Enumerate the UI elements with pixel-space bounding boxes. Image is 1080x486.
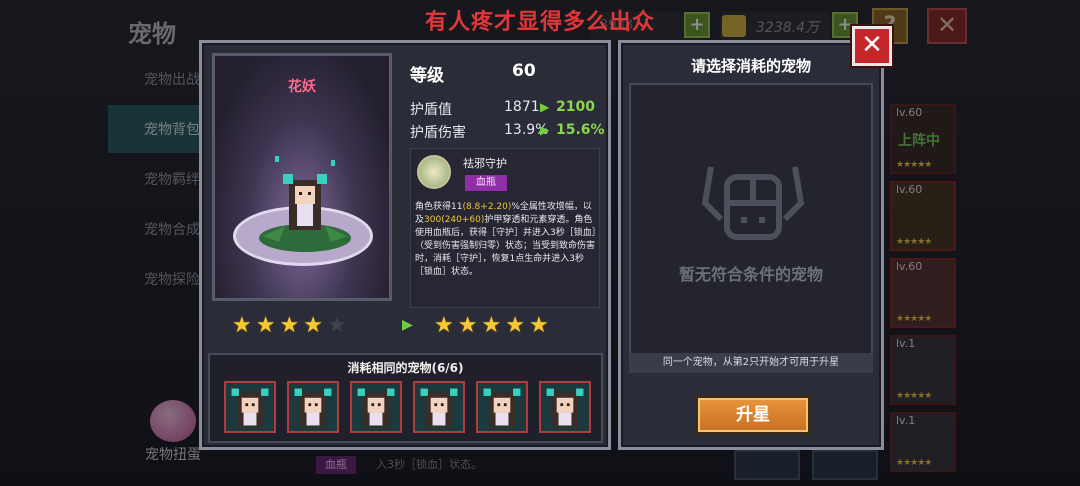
consume-pet-slot[interactable]	[224, 381, 276, 433]
pet-upgrade-panel: 花妖 等级 60 护盾值 1871 ▶ 2100 护盾伤害 13.9% ▶ 15…	[199, 40, 611, 450]
skill-desc-part: 角色获得11	[415, 202, 463, 212]
flower-fairy-icon	[231, 388, 269, 428]
pet-portrait-card: 花妖	[212, 53, 392, 301]
star-filled-icon: ★	[255, 313, 280, 338]
next-stars: ★★★★★	[434, 313, 553, 338]
star-empty-icon: ★	[326, 313, 351, 338]
consume-pet-slot[interactable]	[476, 381, 528, 433]
flower-fairy-icon	[420, 388, 458, 428]
flower-fairy-icon	[294, 388, 332, 428]
skill-icon	[417, 155, 451, 189]
select-title: 请选择消耗的宠物	[690, 57, 811, 75]
consume-pet-slot[interactable]	[350, 381, 402, 433]
stat-shield-value: 护盾值 1871 ▶ 2100	[410, 99, 596, 119]
video-caption: 有人疼才显得多么出众	[424, 10, 655, 35]
flower-fairy-icon	[546, 388, 584, 428]
stat-current: 1871	[504, 99, 540, 115]
pet-selection-area: 暂无符合条件的宠物	[629, 83, 873, 371]
stat-next: 15.6%	[556, 122, 605, 138]
pet-name: 花妖	[288, 79, 316, 95]
empty-text: 暂无符合条件的宠物	[678, 265, 823, 284]
consume-pet-slot[interactable]	[413, 381, 465, 433]
star-filled-icon: ★	[303, 313, 327, 338]
stat-label: 护盾值	[410, 102, 452, 118]
upgrade-hint: 同一个宠物，从第2只开始才可用于升星	[629, 353, 873, 373]
arrow-right-icon: ▶	[402, 317, 413, 333]
star-filled-icon: ★	[279, 313, 304, 338]
skill-tag: 血瓶	[465, 175, 507, 191]
stat-shield-damage: 护盾伤害 13.9% ▶ 15.6%	[410, 122, 605, 142]
stat-next: 2100	[556, 99, 595, 115]
skill-desc-part: (8.8+2.20)	[462, 202, 512, 212]
level-label: 等级	[410, 66, 444, 86]
flower-fairy-sprite	[259, 156, 351, 252]
flower-fairy-icon	[483, 388, 521, 428]
skill-name: 祛邪守护	[463, 157, 507, 170]
upgrade-star-button[interactable]: 升星	[695, 395, 811, 435]
stat-label: 护盾伤害	[410, 125, 466, 141]
level-value: 60	[512, 61, 536, 81]
consume-pet-slot[interactable]	[287, 381, 339, 433]
arrow-right-icon: ▶	[540, 123, 550, 137]
select-consume-panel: 请选择消耗的宠物 暂无符合条件的宠物 同一个宠物，从第2只开始才可用于升星 升星	[618, 40, 884, 450]
skill-desc-part: 300(240+60)	[424, 215, 485, 225]
star-filled-icon: ★	[457, 313, 482, 338]
star-filled-icon: ★	[232, 313, 256, 338]
empty-pet-icon	[701, 166, 805, 240]
consume-pets-box: 消耗相同的宠物(6/6)	[208, 353, 603, 443]
skill-description: 角色获得11(8.8+2.20)%全属性攻增幅，以及300(240+60)护甲穿…	[415, 201, 597, 279]
star-filled-icon: ★	[528, 313, 553, 338]
arrow-right-icon: ▶	[540, 100, 550, 114]
flower-fairy-icon	[357, 388, 395, 428]
star-filled-icon: ★	[434, 313, 458, 338]
current-stars: ★★★★★	[232, 313, 351, 338]
consume-pet-slot[interactable]	[539, 381, 591, 433]
skill-box: 祛邪守护 血瓶 角色获得11(8.8+2.20)%全属性攻增幅，以及300(24…	[410, 148, 600, 308]
star-filled-icon: ★	[481, 313, 506, 338]
star-filled-icon: ★	[505, 313, 529, 338]
close-button[interactable]: ✕	[852, 26, 892, 66]
consume-title: 消耗相同的宠物(6/6)	[347, 361, 464, 375]
